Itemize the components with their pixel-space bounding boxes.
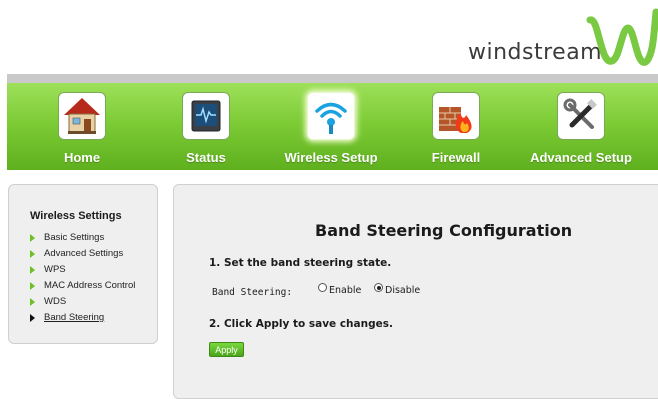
status-monitor-icon bbox=[182, 92, 230, 140]
tools-icon bbox=[557, 92, 605, 140]
sidebar-item-band-steering[interactable]: Band Steering bbox=[30, 310, 135, 326]
nav-status-label: Status bbox=[186, 150, 226, 165]
arrow-right-icon bbox=[30, 250, 35, 258]
nav-advanced-setup[interactable]: Advanced Setup bbox=[526, 83, 636, 170]
sidebar-item-label: Basic Settings bbox=[44, 232, 105, 243]
nav-wireless-setup-label: Wireless Setup bbox=[284, 150, 378, 165]
sidebar-item-mac-address-control[interactable]: MAC Address Control bbox=[30, 278, 135, 294]
band-steering-disable-radio[interactable]: Disable bbox=[374, 283, 421, 296]
main-nav-bar: Home Status Wireless Setup Firewall Adva… bbox=[7, 83, 658, 170]
arrow-right-icon bbox=[30, 266, 35, 274]
header-divider bbox=[7, 74, 658, 83]
sidebar-item-advanced-settings[interactable]: Advanced Settings bbox=[30, 246, 135, 262]
arrow-right-icon bbox=[30, 298, 35, 306]
sidebar: Wireless Settings Basic Settings Advance… bbox=[8, 184, 158, 344]
step-2-instruction: 2. Click Apply to save changes. bbox=[209, 318, 393, 330]
radio-unchecked-icon bbox=[318, 283, 327, 292]
sidebar-item-wps[interactable]: WPS bbox=[30, 262, 135, 278]
nav-status[interactable]: Status bbox=[151, 83, 261, 170]
nav-home[interactable]: Home bbox=[27, 83, 137, 170]
nav-firewall-label: Firewall bbox=[431, 150, 481, 165]
sidebar-title: Wireless Settings bbox=[30, 210, 122, 222]
sidebar-item-basic-settings[interactable]: Basic Settings bbox=[30, 230, 135, 246]
apply-button[interactable]: Apply bbox=[209, 342, 244, 357]
sidebar-item-label: WPS bbox=[44, 264, 66, 275]
arrow-right-icon bbox=[30, 282, 35, 290]
band-steering-enable-radio[interactable]: Enable bbox=[318, 283, 362, 296]
main-panel: Band Steering Configuration 1. Set the b… bbox=[173, 184, 658, 399]
sidebar-item-label: Advanced Settings bbox=[44, 248, 124, 259]
sidebar-item-label: MAC Address Control bbox=[44, 280, 136, 291]
sidebar-item-wds[interactable]: WDS bbox=[30, 294, 135, 310]
wireless-icon bbox=[307, 92, 355, 140]
arrow-right-icon bbox=[30, 314, 35, 322]
radio-checked-icon bbox=[374, 283, 383, 292]
nav-advanced-setup-label: Advanced Setup bbox=[530, 150, 632, 165]
sidebar-item-label: WDS bbox=[44, 296, 67, 307]
nav-home-label: Home bbox=[63, 150, 101, 165]
sidebar-item-label: Band Steering bbox=[44, 312, 105, 323]
radio-disable-label: Disable bbox=[385, 285, 421, 296]
step-1-instruction: 1. Set the band steering state. bbox=[209, 257, 392, 269]
arrow-right-icon bbox=[30, 234, 35, 242]
radio-enable-label: Enable bbox=[329, 285, 362, 296]
page-title: Band Steering Configuration bbox=[315, 221, 573, 240]
windstream-logo: windstream. bbox=[468, 8, 658, 70]
nav-wireless-setup[interactable]: Wireless Setup bbox=[276, 83, 386, 170]
sidebar-menu: Basic Settings Advanced Settings WPS MAC… bbox=[30, 230, 135, 326]
windstream-wave-icon bbox=[586, 8, 658, 66]
brand-wordmark: windstream. bbox=[468, 40, 605, 65]
firewall-icon bbox=[432, 92, 480, 140]
nav-firewall[interactable]: Firewall bbox=[401, 83, 511, 170]
band-steering-label: Band Steering: bbox=[212, 287, 293, 298]
home-icon bbox=[58, 92, 106, 140]
